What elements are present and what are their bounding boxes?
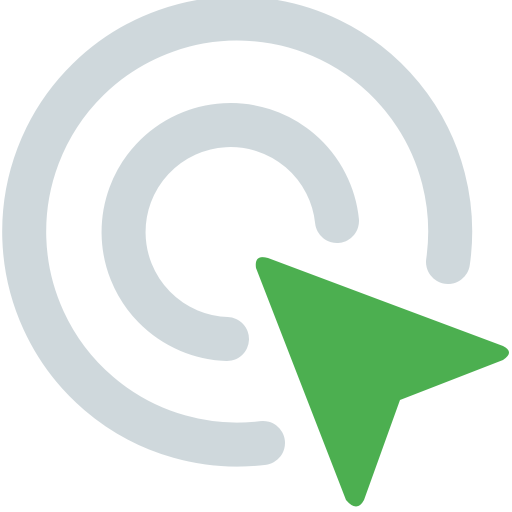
cursor-click-icon-graphic <box>2 0 509 507</box>
arrow-cursor-icon <box>255 257 509 507</box>
cursor-click-icon <box>0 0 512 512</box>
